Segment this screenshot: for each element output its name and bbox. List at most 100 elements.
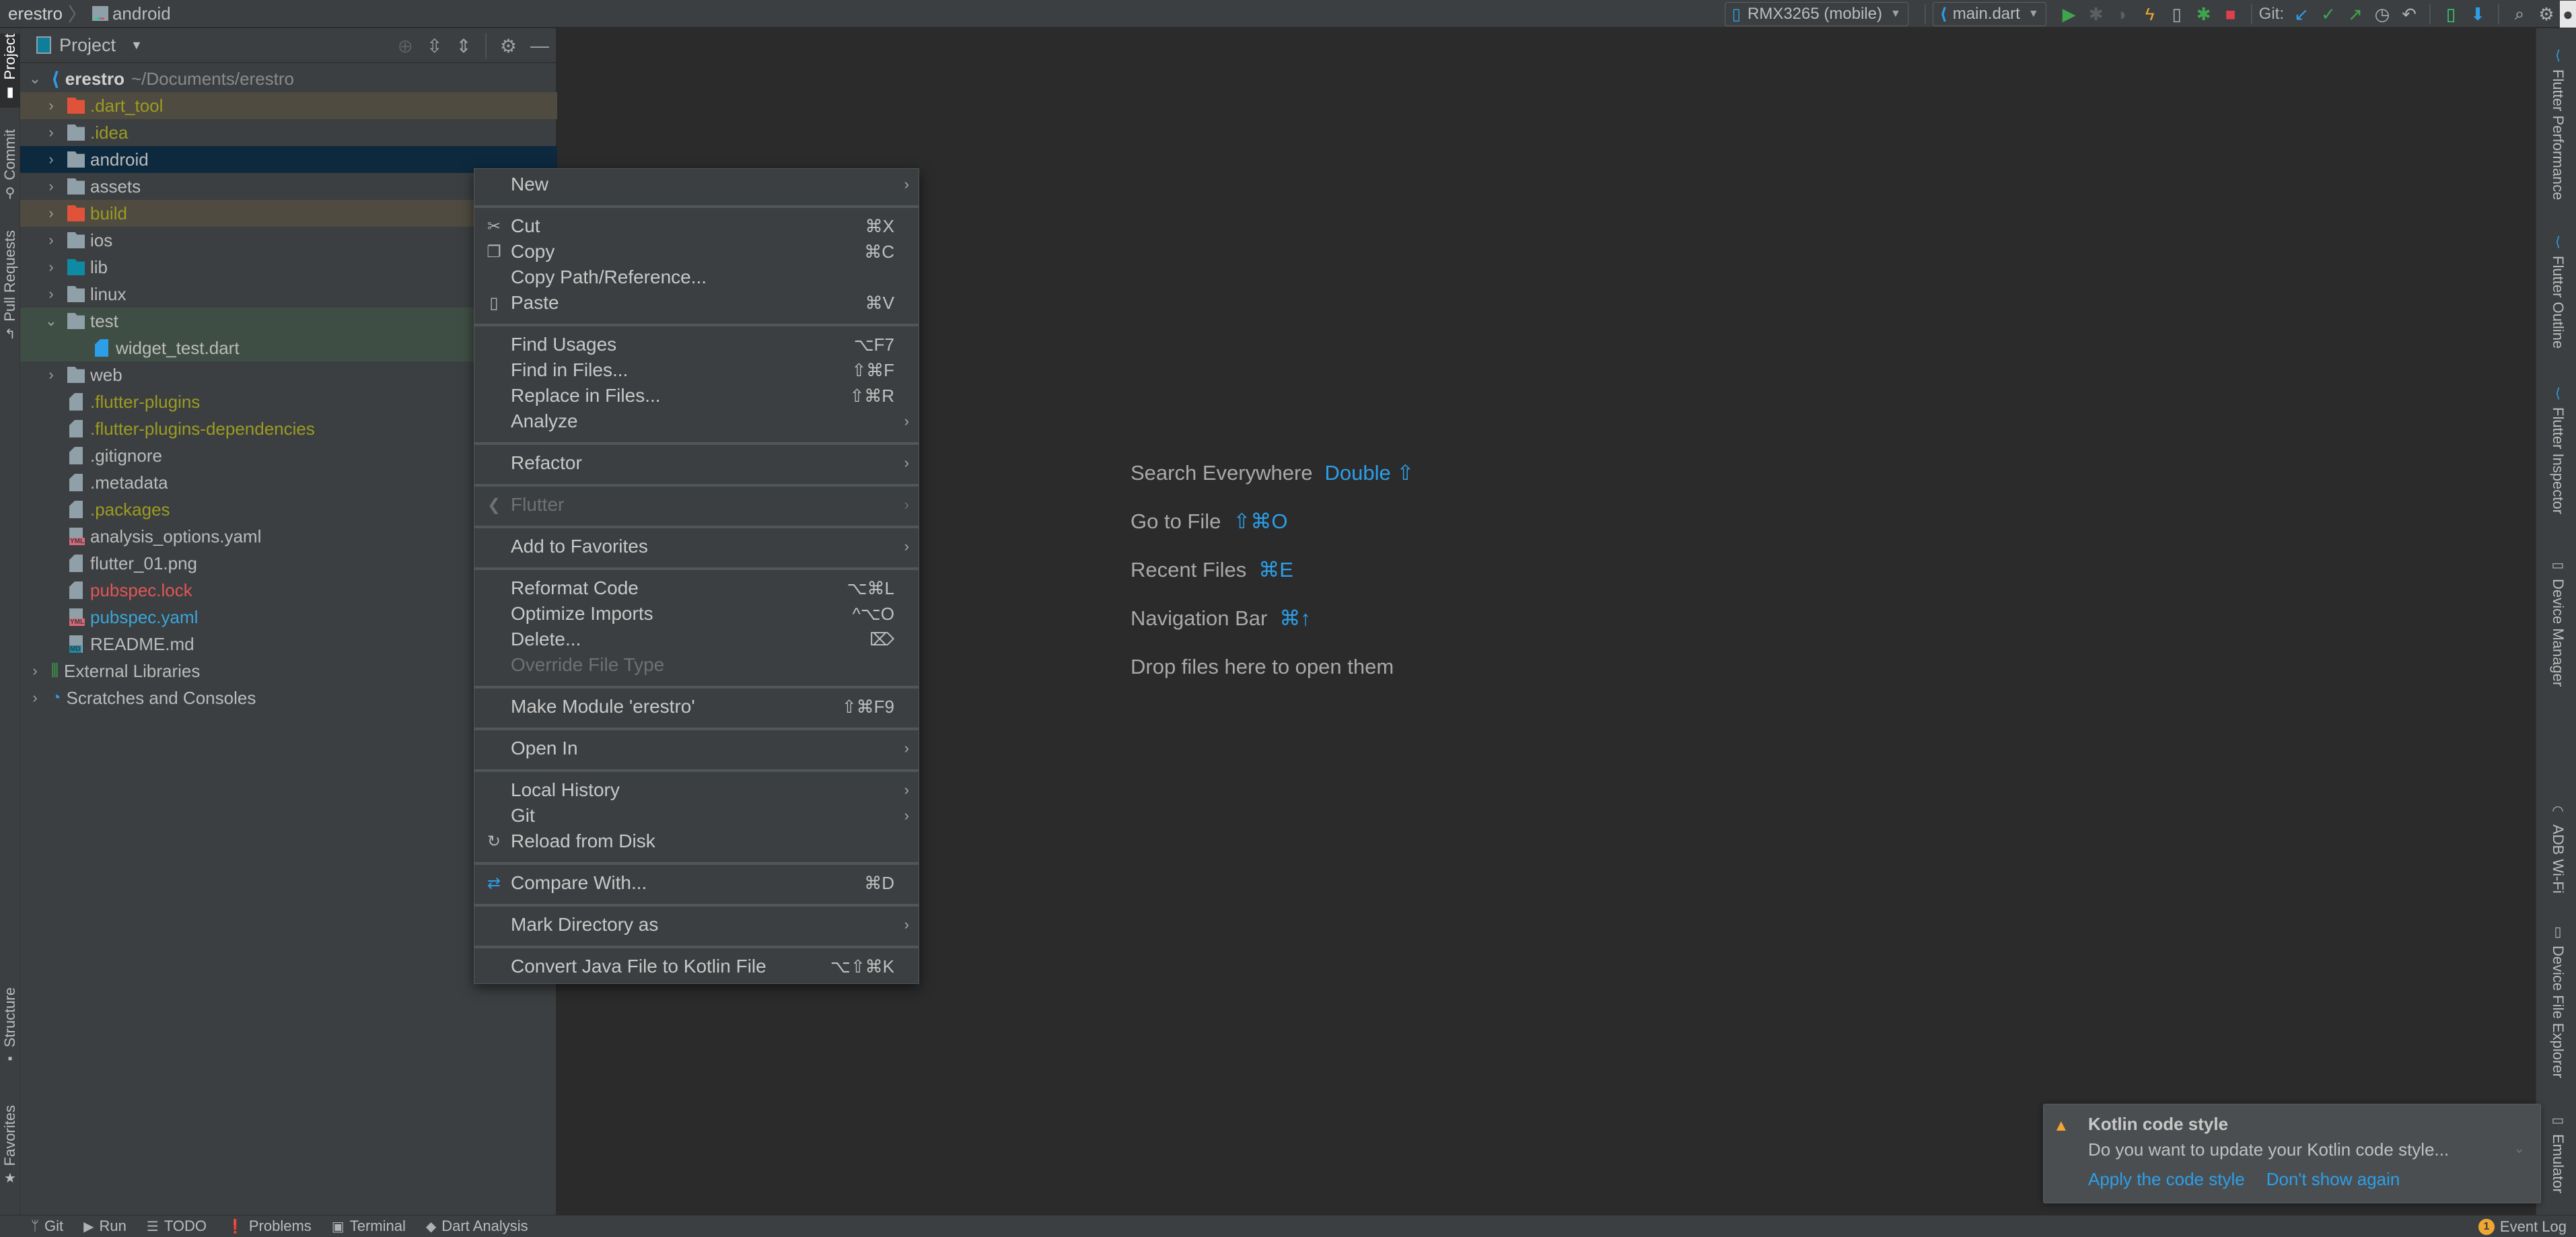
settings-icon[interactable]: ⚙: [2533, 1, 2560, 28]
coverage-icon[interactable]: ◗: [2110, 1, 2137, 28]
menu-item-mark-directory-as[interactable]: Mark Directory as ›: [474, 912, 919, 938]
chevron-right-icon: ›: [904, 781, 909, 798]
device-selector[interactable]: ▯ RMX3265 (mobile) ▼: [1724, 2, 1908, 26]
bottom-tab-git[interactable]: ᛘ Git: [31, 1217, 63, 1235]
history-icon[interactable]: ◷: [2369, 1, 2396, 28]
menu-item-new[interactable]: New ›: [474, 172, 919, 197]
chevron-right-icon[interactable]: ›: [43, 97, 59, 114]
tree-item-dart-tool[interactable]: › .dart_tool: [20, 92, 557, 119]
menu-item-reload-from-disk[interactable]: ↻ Reload from Disk: [474, 828, 919, 854]
tool-tab-flutter-performance[interactable]: ⟨ Flutter Performance: [2544, 47, 2571, 200]
tool-tab-flutter-inspector[interactable]: ⟨ Flutter Inspector: [2544, 385, 2571, 514]
git-commit-icon[interactable]: ✓: [2315, 1, 2342, 28]
menu-item-local-history[interactable]: Local History ›: [474, 777, 919, 803]
hide-icon[interactable]: —: [530, 35, 549, 57]
chevron-down-icon[interactable]: ▼: [131, 38, 143, 52]
menu-item-paste[interactable]: ▯ Paste ⌘V: [474, 290, 919, 316]
flutter-debug-icon[interactable]: ✱: [2190, 1, 2217, 28]
bottom-tab-terminal[interactable]: ▣ Terminal: [332, 1217, 406, 1235]
locate-icon[interactable]: ⊕: [397, 35, 413, 57]
git-update-icon[interactable]: ↙: [2288, 1, 2315, 28]
chevron-right-icon[interactable]: ›: [27, 689, 43, 707]
chevron-right-icon[interactable]: ›: [43, 178, 59, 195]
debug-icon[interactable]: ✱: [2083, 1, 2110, 28]
chevron-right-icon[interactable]: ›: [27, 662, 43, 680]
menu-item-find-usages[interactable]: Find Usages ⌥F7: [474, 332, 919, 357]
menu-item-cut[interactable]: ✂ Cut ⌘X: [474, 213, 919, 239]
flutter-icon: ⟨: [51, 68, 60, 90]
git-push-icon[interactable]: ↗: [2342, 1, 2369, 28]
tool-tab-commit[interactable]: Commit ⚲: [0, 129, 20, 217]
tool-tab-project[interactable]: Project ▮: [0, 34, 20, 108]
toolbar-divider: [2250, 4, 2252, 24]
dont-show-again-link[interactable]: Don't show again: [2266, 1169, 2400, 1190]
run-config-selector[interactable]: ⟨ main.dart ▼: [1932, 2, 2046, 26]
rollback-icon[interactable]: ↶: [2396, 1, 2423, 28]
menu-item-delete[interactable]: Delete... ⌦: [474, 627, 919, 652]
event-log-button[interactable]: 1 Event Log: [2478, 1215, 2567, 1237]
tool-tab-adb-wifi[interactable]: ◠ ADB Wi-Fi: [2544, 802, 2571, 894]
chevron-right-icon[interactable]: ›: [43, 124, 59, 141]
pull-request-icon: ↰: [4, 326, 16, 342]
run-icon[interactable]: ▶: [2056, 1, 2083, 28]
menu-item-copy[interactable]: ❐ Copy ⌘C: [474, 239, 919, 264]
menu-item-reformat-code[interactable]: Reformat Code ⌥⌘L: [474, 575, 919, 601]
menu-item-analyze[interactable]: Analyze ›: [474, 409, 919, 434]
menu-item-make-module-erestro[interactable]: Make Module 'erestro' ⇧⌘F9: [474, 694, 919, 719]
chevron-down-icon[interactable]: ⌄: [43, 312, 59, 330]
tool-tab-flutter-outline[interactable]: ⟨ Flutter Outline: [2544, 234, 2571, 349]
chevron-down-icon[interactable]: ⌄: [27, 70, 43, 87]
tool-tab-pull-requests[interactable]: Pull Requests ↰: [0, 230, 20, 358]
bottom-tab-problems[interactable]: ❗ Problems: [227, 1217, 312, 1235]
menu-item-copy-path-reference[interactable]: Copy Path/Reference...: [474, 264, 919, 290]
bottom-tab-todo[interactable]: ☰ TODO: [147, 1217, 207, 1235]
chevron-right-icon[interactable]: ›: [43, 258, 59, 276]
stop-icon[interactable]: ■: [2217, 1, 2244, 28]
menu-item-refactor[interactable]: Refactor ›: [474, 450, 919, 476]
chevron-right-icon: ›: [904, 740, 909, 756]
gear-icon[interactable]: ⚙: [500, 35, 517, 57]
bottom-tab-run[interactable]: ▶ Run: [83, 1217, 127, 1235]
menu-item-find-in-files[interactable]: Find in Files... ⇧⌘F: [474, 357, 919, 383]
menu-item-convert-java-file-to-kotlin-file[interactable]: Convert Java File to Kotlin File ⌥⇧⌘K: [474, 954, 919, 979]
apply-code-style-link[interactable]: Apply the code style: [2088, 1169, 2245, 1190]
project-view-selector[interactable]: Project: [59, 35, 116, 56]
menu-item-compare-with[interactable]: ⇄ Compare With... ⌘D: [474, 870, 919, 896]
sdk-manager-icon[interactable]: ⬇: [2464, 1, 2491, 28]
hot-reload-icon[interactable]: ϟ: [2137, 1, 2163, 28]
chevron-right-icon[interactable]: ›: [43, 205, 59, 222]
collapse-all-icon[interactable]: ⇕: [456, 35, 471, 57]
breadcrumb-android[interactable]: android: [112, 3, 171, 24]
tool-tab-label: Device Manager: [2550, 579, 2567, 687]
tool-tab-structure[interactable]: Structure ▪: [0, 987, 20, 1088]
bottom-tab-dart-analysis[interactable]: ◆ Dart Analysis: [426, 1217, 528, 1235]
expand-chevron-icon[interactable]: ⌄: [2513, 1139, 2526, 1157]
tool-tab-device-file-explorer[interactable]: ▯ Device File Explorer: [2544, 923, 2571, 1078]
expand-all-icon[interactable]: ⇳: [427, 35, 442, 57]
chevron-right-icon[interactable]: ›: [43, 151, 59, 168]
chevron-right-icon[interactable]: ›: [43, 285, 59, 303]
tool-tab-favorites[interactable]: Favorites ★: [0, 1105, 20, 1206]
tool-tab-device-manager[interactable]: ▭ Device Manager: [2544, 557, 2571, 686]
hint-shortcut: Double ⇧: [1324, 461, 1415, 485]
menu-item-open-in[interactable]: Open In ›: [474, 736, 919, 761]
device-manager-icon[interactable]: ▯: [2437, 1, 2464, 28]
tool-tab-emulator[interactable]: ▭ Emulator: [2544, 1112, 2571, 1193]
menu-item-optimize-imports[interactable]: Optimize Imports ^⌥O: [474, 601, 919, 627]
chevron-right-icon[interactable]: ›: [43, 232, 59, 249]
search-icon[interactable]: ⌕: [2506, 1, 2533, 28]
profile-icon[interactable]: ●: [2560, 1, 2576, 28]
file-icon: [69, 393, 83, 411]
bottom-tabs: ᛘ Git ▶ Run ☰ TODO ❗ Problems ▣ Terminal ◆ Dart Ana…: [0, 1217, 528, 1235]
breadcrumb-project[interactable]: erestro: [8, 3, 63, 24]
tree-root[interactable]: ⌄ ⟨ erestro ~/Documents/erestro: [20, 65, 557, 92]
chevron-right-icon[interactable]: ›: [43, 366, 59, 384]
menu-item-replace-in-files[interactable]: Replace in Files... ⇧⌘R: [474, 383, 919, 409]
attach-icon[interactable]: ▯: [2163, 1, 2190, 28]
tree-item-idea[interactable]: › .idea: [20, 119, 557, 146]
hint-shortcut: ⌘E: [1258, 558, 1293, 581]
menu-item-git[interactable]: Git ›: [474, 803, 919, 828]
menu-item-add-to-favorites[interactable]: Add to Favorites ›: [474, 534, 919, 559]
git-branch-icon: ᛘ: [31, 1218, 39, 1234]
navigation-bar: erestro 〉 android ▯ RMX3265 (mobile) ▼ ⟨…: [0, 0, 2576, 28]
